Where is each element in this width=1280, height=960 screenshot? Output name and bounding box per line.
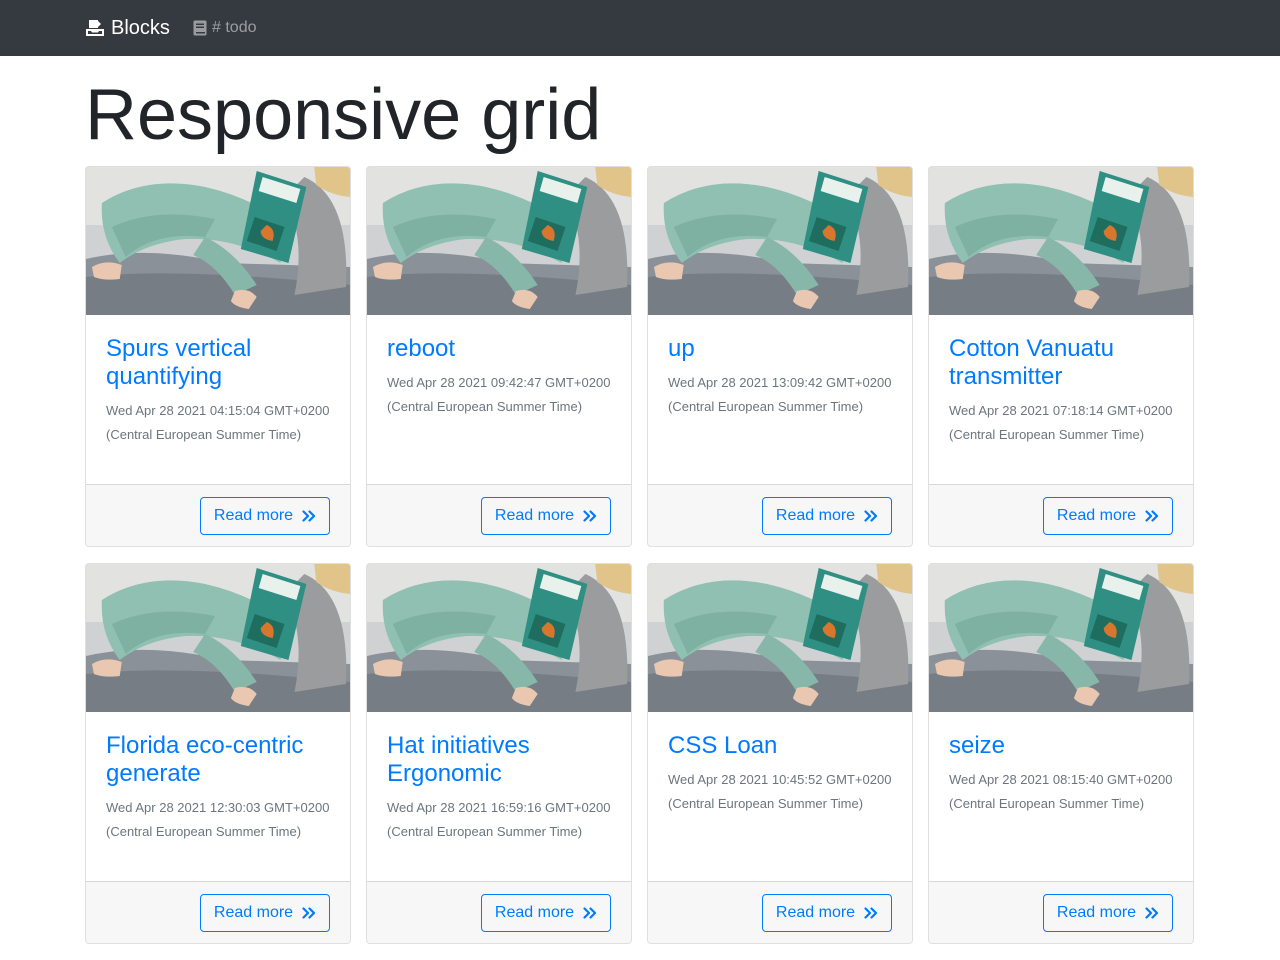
angle-double-right-icon	[1145, 509, 1159, 522]
card-body: up Wed Apr 28 2021 13:09:42 GMT+0200 (Ce…	[648, 315, 912, 484]
card-image	[648, 564, 912, 712]
card-footer: Read more	[929, 881, 1193, 943]
card-footer: Read more	[648, 881, 912, 943]
nav-link-todo[interactable]: # todo	[193, 17, 256, 39]
card-image	[367, 564, 631, 712]
card-title[interactable]: Spurs vertical quantifying	[106, 335, 330, 391]
card-4: Cotton Vanuatu transmitter Wed Apr 28 20…	[928, 166, 1194, 547]
card-title[interactable]: Hat initiatives Ergonomic	[387, 732, 611, 788]
card-date: Wed Apr 28 2021 07:18:14 GMT+0200 (Centr…	[949, 403, 1173, 442]
card-title[interactable]: reboot	[387, 335, 611, 363]
card-image	[86, 564, 350, 712]
card-date: Wed Apr 28 2021 08:15:40 GMT+0200 (Centr…	[949, 772, 1173, 811]
card-footer: Read more	[86, 484, 350, 546]
card-date: Wed Apr 28 2021 04:15:04 GMT+0200 (Centr…	[106, 403, 330, 442]
card-footer: Read more	[929, 484, 1193, 546]
brand-label: Blocks	[111, 16, 170, 39]
card-date: Wed Apr 28 2021 13:09:42 GMT+0200 (Centr…	[668, 375, 892, 414]
card-5: Florida eco-centric generate Wed Apr 28 …	[85, 563, 351, 944]
read-more-label: Read more	[1056, 903, 1137, 921]
read-more-button[interactable]: Read more	[200, 893, 330, 932]
card-body: reboot Wed Apr 28 2021 09:42:47 GMT+0200…	[367, 315, 631, 484]
card-7: CSS Loan Wed Apr 28 2021 10:45:52 GMT+02…	[647, 563, 913, 944]
card-title[interactable]: CSS Loan	[668, 732, 892, 760]
card-1: Spurs vertical quantifying Wed Apr 28 20…	[85, 166, 351, 547]
card-image	[648, 167, 912, 315]
read-more-label: Read more	[775, 903, 856, 921]
card-footer: Read more	[86, 881, 350, 943]
read-more-button[interactable]: Read more	[481, 893, 611, 932]
card-body: Spurs vertical quantifying Wed Apr 28 20…	[86, 315, 350, 484]
card-title[interactable]: up	[668, 335, 892, 363]
read-more-button[interactable]: Read more	[762, 893, 892, 932]
read-more-button[interactable]: Read more	[1043, 496, 1173, 535]
angle-double-right-icon	[864, 509, 878, 522]
card-date: Wed Apr 28 2021 12:30:03 GMT+0200 (Centr…	[106, 800, 330, 839]
angle-double-right-icon	[583, 906, 597, 919]
read-more-label: Read more	[494, 506, 575, 524]
card-title[interactable]: Cotton Vanuatu transmitter	[949, 335, 1173, 391]
angle-double-right-icon	[302, 906, 316, 919]
card-footer: Read more	[367, 881, 631, 943]
card-footer: Read more	[367, 484, 631, 546]
nav-link-label: # todo	[212, 19, 257, 36]
read-more-button[interactable]: Read more	[762, 496, 892, 535]
card-image	[929, 564, 1193, 712]
card-image	[367, 167, 631, 315]
read-more-label: Read more	[213, 506, 294, 524]
angle-double-right-icon	[583, 509, 597, 522]
card-title[interactable]: seize	[949, 732, 1173, 760]
card-footer: Read more	[648, 484, 912, 546]
card-3: up Wed Apr 28 2021 13:09:42 GMT+0200 (Ce…	[647, 166, 913, 547]
card-body: Florida eco-centric generate Wed Apr 28 …	[86, 712, 350, 881]
brand-link[interactable]: Blocks	[85, 14, 170, 42]
angle-double-right-icon	[864, 906, 878, 919]
read-more-button[interactable]: Read more	[481, 496, 611, 535]
read-more-label: Read more	[1056, 506, 1137, 524]
card-body: Hat initiatives Ergonomic Wed Apr 28 202…	[367, 712, 631, 881]
card-8: seize Wed Apr 28 2021 08:15:40 GMT+0200 …	[928, 563, 1194, 944]
read-more-label: Read more	[494, 903, 575, 921]
card-body: Cotton Vanuatu transmitter Wed Apr 28 20…	[929, 315, 1193, 484]
card-image	[929, 167, 1193, 315]
card-grid: Spurs vertical quantifying Wed Apr 28 20…	[85, 166, 1195, 944]
inbox-tray-icon	[85, 19, 105, 37]
card-6: Hat initiatives Ergonomic Wed Apr 28 202…	[366, 563, 632, 944]
book-icon	[193, 20, 207, 36]
read-more-label: Read more	[775, 506, 856, 524]
card-2: reboot Wed Apr 28 2021 09:42:47 GMT+0200…	[366, 166, 632, 547]
angle-double-right-icon	[1145, 906, 1159, 919]
card-date: Wed Apr 28 2021 09:42:47 GMT+0200 (Centr…	[387, 375, 611, 414]
card-date: Wed Apr 28 2021 16:59:16 GMT+0200 (Centr…	[387, 800, 611, 839]
top-navbar: Blocks # todo	[0, 0, 1280, 56]
card-body: CSS Loan Wed Apr 28 2021 10:45:52 GMT+02…	[648, 712, 912, 881]
card-image	[86, 167, 350, 315]
angle-double-right-icon	[302, 509, 316, 522]
read-more-button[interactable]: Read more	[1043, 893, 1173, 932]
card-date: Wed Apr 28 2021 10:45:52 GMT+0200 (Centr…	[668, 772, 892, 811]
read-more-button[interactable]: Read more	[200, 496, 330, 535]
page-title: Responsive grid	[85, 75, 602, 155]
card-title[interactable]: Florida eco-centric generate	[106, 732, 330, 788]
read-more-label: Read more	[213, 903, 294, 921]
card-body: seize Wed Apr 28 2021 08:15:40 GMT+0200 …	[929, 712, 1193, 881]
